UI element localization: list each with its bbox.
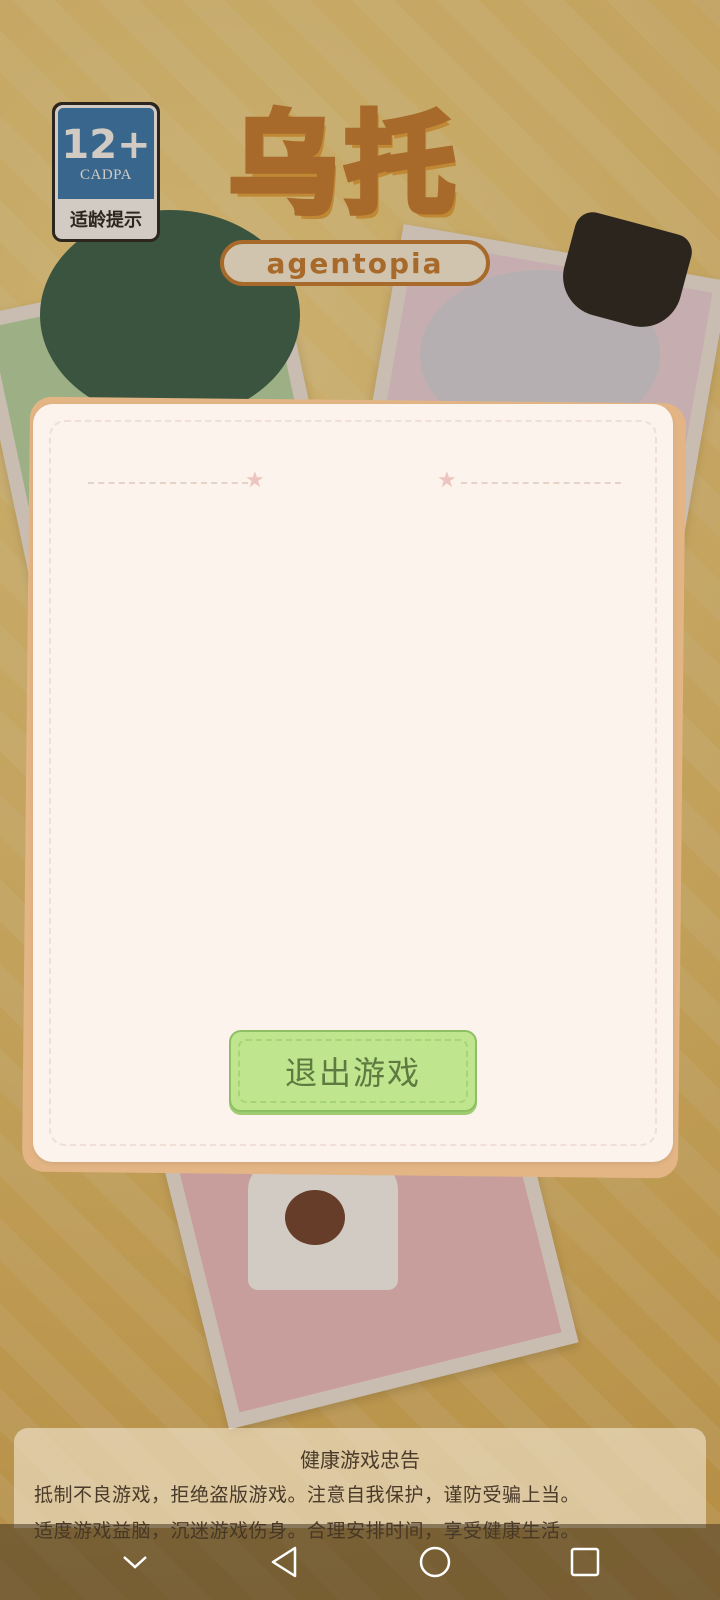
home-icon[interactable]: [405, 1532, 465, 1592]
back-icon[interactable]: [255, 1532, 315, 1592]
exit-game-button[interactable]: 退出游戏: [229, 1030, 477, 1112]
star-icon: ★: [437, 468, 457, 493]
chevron-down-icon[interactable]: [105, 1532, 165, 1592]
health-notice-panel: [14, 1428, 706, 1528]
exit-dialog: ★ ★ 退出游戏: [33, 404, 673, 1162]
recents-icon[interactable]: [555, 1532, 615, 1592]
health-notice-title: 健康游戏忠告: [300, 1448, 420, 1472]
star-icon: ★: [245, 468, 265, 493]
system-navigation-bar: [0, 1524, 720, 1600]
divider-left: [88, 482, 248, 484]
exit-game-label: 退出游戏: [284, 1054, 421, 1092]
health-notice-line: 抵制不良游戏，拒绝盗版游戏。注意自我保护，谨防受骗上当。: [34, 1484, 581, 1506]
divider-right: [461, 482, 621, 484]
